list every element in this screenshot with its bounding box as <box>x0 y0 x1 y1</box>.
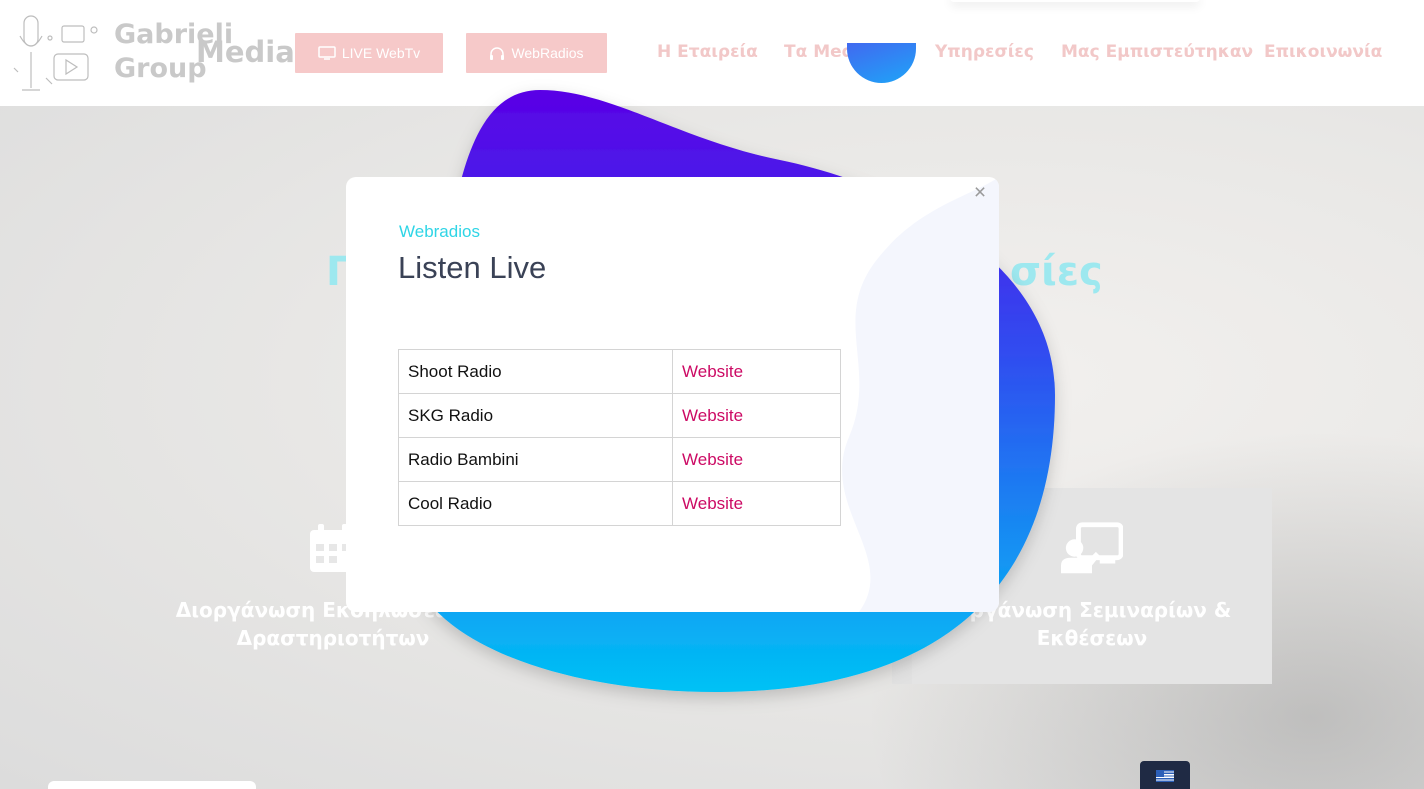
station-name: Shoot Radio <box>398 349 673 394</box>
station-website-link[interactable]: Website <box>672 437 841 482</box>
language-switcher[interactable] <box>1140 761 1190 789</box>
tv-icon <box>318 46 336 60</box>
gabrieli-media-logo[interactable]: Gabrieli Group Media <box>10 8 295 98</box>
webradios-modal: × Webradios Listen Live Shoot Radio Webs… <box>346 177 999 612</box>
table-row: Shoot Radio Website <box>398 349 841 394</box>
close-icon[interactable]: × <box>969 181 991 204</box>
logo-line-3: Media <box>196 35 295 69</box>
header-dropdown-shadow <box>950 0 1200 2</box>
site-header: Gabrieli Group Media LIVE WebTv WebRadio… <box>0 0 1424 106</box>
hero-title-right-fragment: σίες <box>1010 249 1103 295</box>
modal-wave-decoration <box>842 177 999 612</box>
nav-decoration-ball <box>847 43 916 83</box>
greek-flag-icon <box>1156 770 1174 782</box>
station-name: Cool Radio <box>398 481 673 526</box>
live-webtv-button[interactable]: LIVE WebTv <box>295 33 443 73</box>
nav-item-services[interactable]: Υπηρεσίες <box>935 42 1034 62</box>
webradios-button[interactable]: WebRadios <box>466 33 607 73</box>
stations-table: Shoot Radio Website SKG Radio Website Ra… <box>398 349 841 526</box>
station-name: SKG Radio <box>398 393 673 438</box>
webradios-label: WebRadios <box>511 45 584 61</box>
station-website-link[interactable]: Website <box>672 481 841 526</box>
station-name: Radio Bambini <box>398 437 673 482</box>
nav-item-contact[interactable]: Επικοινωνία <box>1264 42 1382 62</box>
table-row: Cool Radio Website <box>398 481 841 526</box>
table-row: Radio Bambini Website <box>398 437 841 482</box>
nav-item-clients[interactable]: Μας Εμπιστεύτηκαν <box>1061 42 1253 62</box>
headphones-icon <box>490 47 505 60</box>
microphone-play-logo-icon <box>13 15 98 91</box>
live-webtv-label: LIVE WebTv <box>341 45 421 61</box>
modal-title: Listen Live <box>398 250 547 285</box>
presentation-icon <box>1061 522 1123 574</box>
modal-subtitle: Webradios <box>399 222 480 241</box>
nav-item-company[interactable]: Η Εταιρεία <box>657 42 758 62</box>
station-website-link[interactable]: Website <box>672 393 841 438</box>
table-row: SKG Radio Website <box>398 393 841 438</box>
bottom-left-tab[interactable] <box>48 781 256 789</box>
station-website-link[interactable]: Website <box>672 349 841 394</box>
